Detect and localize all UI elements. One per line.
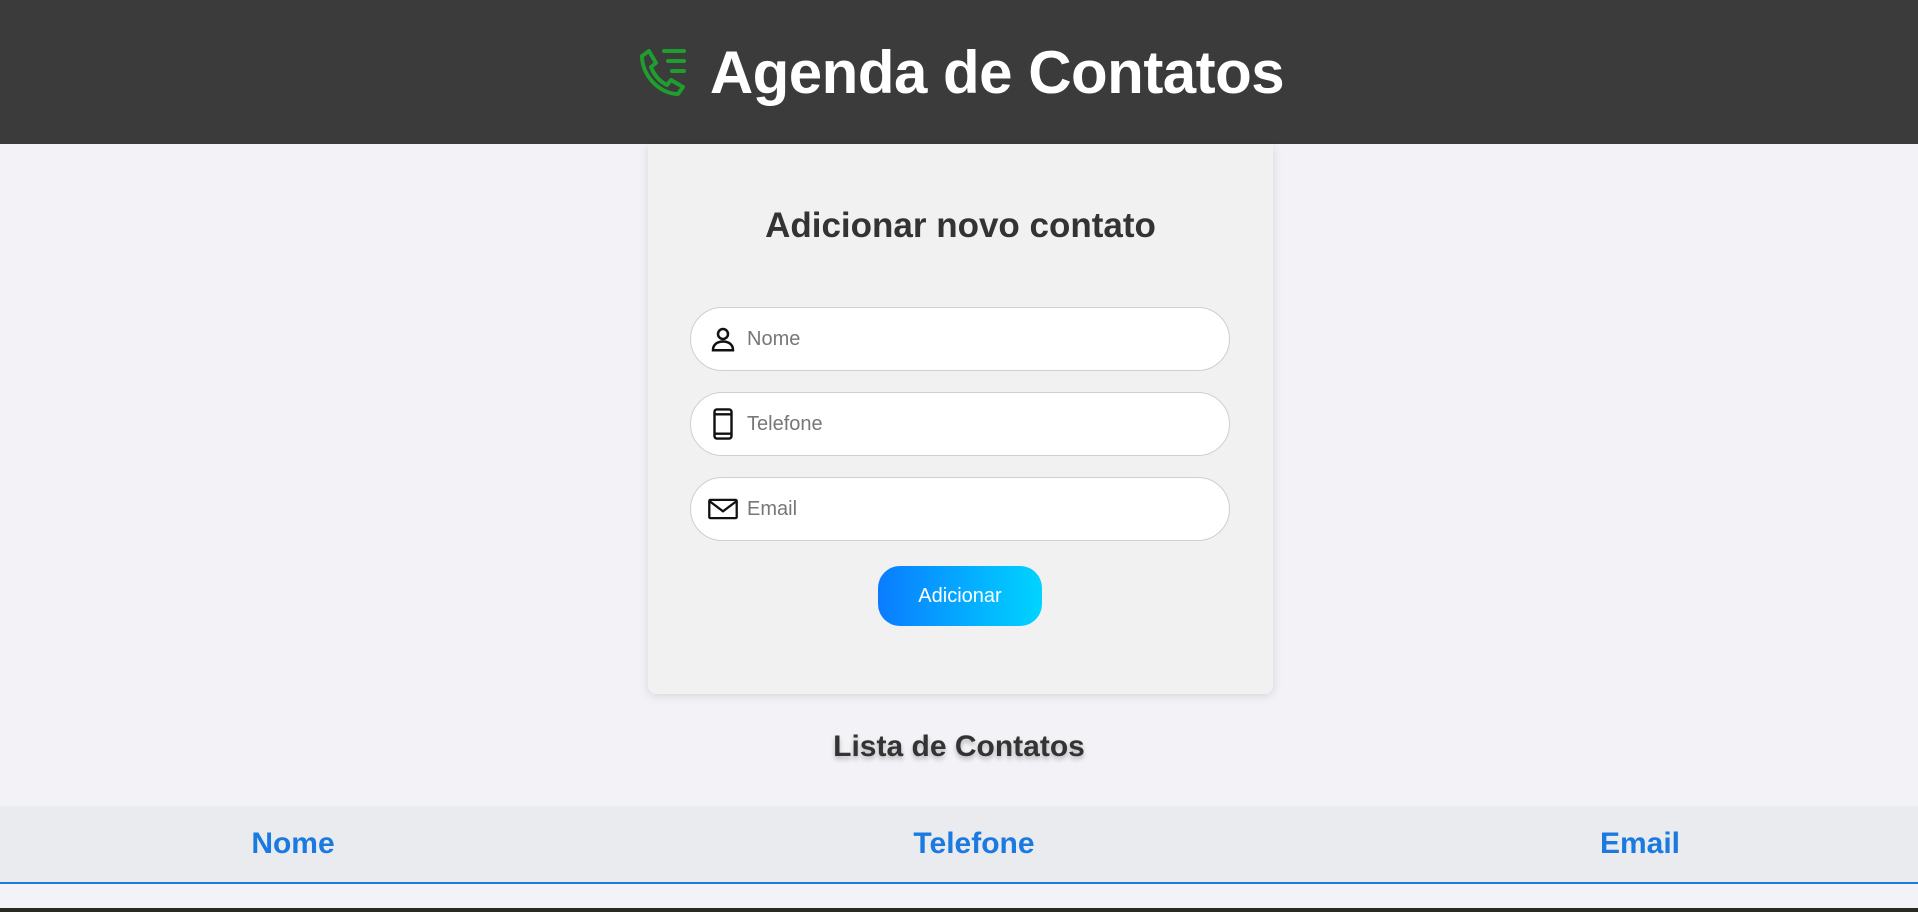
- mail-icon: [707, 493, 739, 525]
- column-header-email: Email: [1599, 827, 1681, 860]
- column-header-name: Nome: [251, 827, 335, 860]
- column-header-phone: Telefone: [913, 827, 1035, 860]
- email-field[interactable]: [690, 477, 1230, 541]
- person-icon: [707, 323, 739, 355]
- app-title: Agenda de Contatos: [709, 38, 1285, 106]
- add-contact-card: Adicionar novo contato Adi: [648, 144, 1273, 694]
- form-title: Adicionar novo contato: [765, 206, 1156, 245]
- add-contact-button[interactable]: Adicionar: [878, 566, 1042, 626]
- smartphone-icon: [707, 408, 739, 440]
- phone-input[interactable]: [747, 412, 1217, 436]
- app-header: Agenda de Contatos: [0, 0, 1918, 144]
- email-input[interactable]: [747, 497, 1217, 521]
- phone-field[interactable]: [690, 392, 1230, 456]
- contact-list-title: Lista de Contatos: [833, 730, 1085, 763]
- phone-list-icon: [634, 44, 690, 100]
- name-input[interactable]: [747, 327, 1217, 351]
- contact-table-header: Nome Telefone Email: [0, 806, 1918, 884]
- name-field[interactable]: [690, 307, 1230, 371]
- table-body-edge: [0, 908, 1918, 912]
